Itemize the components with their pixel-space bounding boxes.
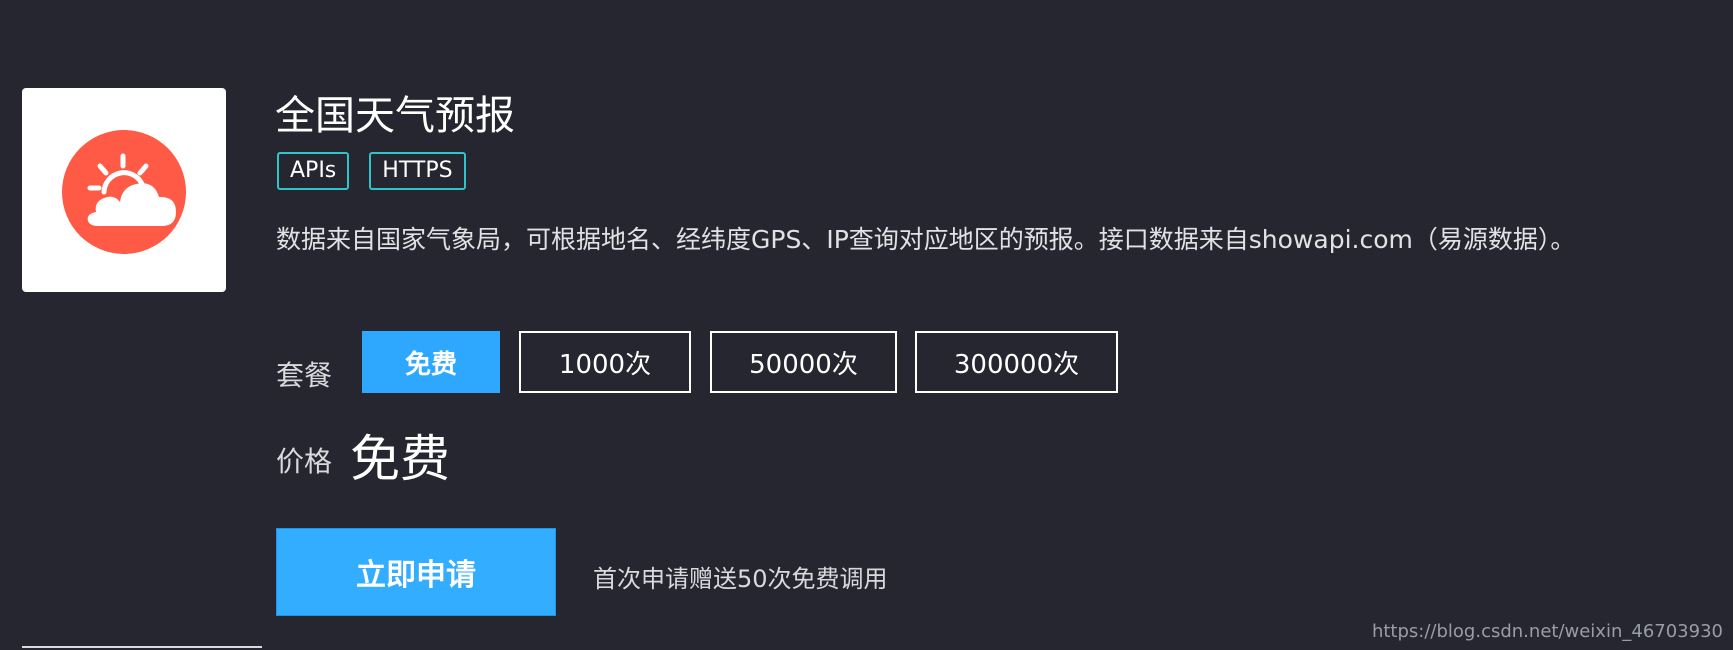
price-value: 免费 xyxy=(350,430,450,488)
price-label: 价格 xyxy=(276,445,333,478)
api-description: 数据来自国家气象局，可根据地名、经纬度GPS、IP查询对应地区的预报。接口数据来… xyxy=(276,225,1576,254)
api-logo-card xyxy=(22,88,226,292)
api-tags: APIs HTTPS xyxy=(277,152,466,190)
plan-label: 套餐 xyxy=(276,359,333,392)
plan-option-1000[interactable]: 1000次 xyxy=(519,331,691,393)
sun-cloud-icon xyxy=(62,130,186,254)
plan-option-50000[interactable]: 50000次 xyxy=(710,331,897,393)
apply-button[interactable]: 立即申请 xyxy=(276,528,556,616)
plan-option-free[interactable]: 免费 xyxy=(362,331,500,393)
watermark-url: https://blog.csdn.net/weixin_46703930 xyxy=(1371,621,1723,642)
divider xyxy=(22,646,262,648)
plan-option-300000[interactable]: 300000次 xyxy=(915,331,1118,393)
tag-https[interactable]: HTTPS xyxy=(369,152,466,190)
apply-note: 首次申请赠送50次免费调用 xyxy=(593,565,888,593)
api-title: 全国天气预报 xyxy=(275,93,515,139)
tag-apis[interactable]: APIs xyxy=(277,152,350,190)
